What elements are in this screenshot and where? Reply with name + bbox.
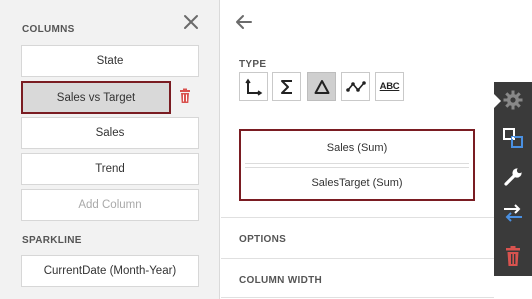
dimension-icon[interactable] xyxy=(239,72,268,101)
column-item-trend[interactable]: Trend xyxy=(21,153,199,185)
delete-column-icon[interactable] xyxy=(177,88,193,104)
type-label: TYPE xyxy=(239,59,267,70)
column-width-section[interactable]: COLUMN WIDTH xyxy=(221,259,494,299)
column-width-label: COLUMN WIDTH xyxy=(239,275,323,286)
binding-icon[interactable] xyxy=(499,124,527,152)
abc-icon-text: ABC xyxy=(379,81,400,92)
gear-icon[interactable] xyxy=(499,86,527,114)
columns-panel: COLUMNS State Sales vs Target Sales Tren… xyxy=(0,0,220,299)
swap-icon[interactable] xyxy=(499,199,527,227)
toolbar-gap xyxy=(494,0,532,82)
trash-icon[interactable] xyxy=(499,242,527,270)
column-options-panel: TYPE ABC Sales (Sum) SalesTarget (Sum) O… xyxy=(221,0,494,299)
add-column-button[interactable]: Add Column xyxy=(21,189,199,221)
column-item-sales-vs-target[interactable]: Sales vs Target xyxy=(21,81,171,114)
options-section[interactable]: OPTIONS xyxy=(221,218,494,258)
sum-icon[interactable] xyxy=(272,72,301,101)
toolbar-pointer xyxy=(494,94,501,108)
options-label: OPTIONS xyxy=(239,234,287,245)
sparkline-argument-item[interactable]: CurrentDate (Month-Year) xyxy=(21,255,199,287)
value-item-sales-sum[interactable]: Sales (Sum) xyxy=(245,133,469,164)
toolbar-bottom-gap xyxy=(494,276,532,299)
back-arrow-icon[interactable] xyxy=(234,12,254,32)
wrench-icon[interactable] xyxy=(499,163,527,191)
sparkline-section-title: SPARKLINE xyxy=(22,235,82,246)
column-item-state[interactable]: State xyxy=(21,45,199,77)
delta-icon[interactable] xyxy=(307,72,336,101)
abc-icon[interactable]: ABC xyxy=(375,72,404,101)
columns-section-title: COLUMNS xyxy=(22,24,75,35)
data-items-group: Sales (Sum) SalesTarget (Sum) xyxy=(239,129,475,201)
sparkline-icon[interactable] xyxy=(341,72,370,101)
divider xyxy=(221,297,494,298)
side-toolbar xyxy=(494,82,532,276)
close-icon[interactable] xyxy=(180,11,202,33)
column-item-sales[interactable]: Sales xyxy=(21,117,199,149)
value-item-salestarget-sum[interactable]: SalesTarget (Sum) xyxy=(245,167,469,198)
